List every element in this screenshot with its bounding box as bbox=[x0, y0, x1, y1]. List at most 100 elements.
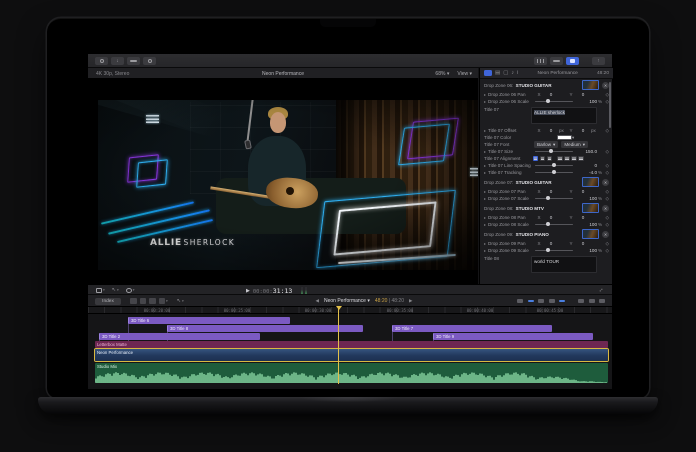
x-value[interactable]: 0 bbox=[543, 241, 559, 246]
clip-appearance-3-icon[interactable] bbox=[149, 298, 156, 304]
solo-icon[interactable] bbox=[549, 299, 555, 304]
slider-thumb[interactable] bbox=[549, 149, 553, 153]
keyword-editor-icon[interactable] bbox=[127, 57, 140, 66]
keyframe-icon[interactable]: ◇ bbox=[606, 248, 609, 254]
param-slider[interactable] bbox=[535, 172, 573, 173]
zoom-menu[interactable]: 68% ▾ bbox=[435, 71, 449, 77]
param-slider[interactable] bbox=[535, 101, 573, 102]
dropzone-thumbnail[interactable] bbox=[582, 203, 599, 213]
keyframe-icon[interactable]: ◇ bbox=[606, 189, 609, 195]
timeline-view-icon[interactable] bbox=[550, 57, 563, 66]
inspector-view-icon[interactable] bbox=[566, 57, 579, 66]
dropzone-thumbnail[interactable] bbox=[582, 177, 599, 187]
alignment-button-1[interactable] bbox=[540, 156, 546, 162]
remove-dropzone-button[interactable]: ✕ bbox=[602, 231, 609, 238]
audio-meters-mini[interactable] bbox=[301, 287, 307, 294]
param-slider[interactable] bbox=[535, 151, 573, 152]
crop-tool-button[interactable]: ▾ bbox=[96, 287, 105, 293]
font-family-select[interactable]: Barlow▾ bbox=[534, 141, 558, 148]
remove-dropzone-button[interactable]: ✕ bbox=[602, 179, 609, 186]
slider-thumb[interactable] bbox=[552, 170, 556, 174]
keyframe-icon[interactable]: ◇ bbox=[606, 215, 609, 221]
audio-clip[interactable]: Studio Mix bbox=[95, 363, 608, 383]
keyframe-icon[interactable]: ◇ bbox=[606, 196, 609, 202]
keyframe-icon[interactable]: ◇ bbox=[606, 128, 609, 134]
slider-thumb[interactable] bbox=[552, 163, 556, 167]
keyframe-icon[interactable]: ◇ bbox=[606, 163, 609, 169]
alignment-button-3[interactable] bbox=[557, 156, 563, 162]
x-value[interactable]: 0 bbox=[543, 92, 559, 97]
param-value[interactable]: 100 bbox=[577, 99, 597, 104]
back-icon[interactable]: ◀ bbox=[316, 298, 319, 304]
alignment-button-2[interactable] bbox=[547, 156, 553, 162]
clip-appearance-icon[interactable] bbox=[578, 299, 584, 304]
matte-clip[interactable]: Letterbox Matte bbox=[95, 341, 608, 348]
index-button[interactable]: Index bbox=[95, 298, 121, 306]
view-menu[interactable]: View ▾ bbox=[457, 71, 472, 77]
appearance-menu[interactable]: ▾ bbox=[159, 298, 168, 304]
inspector-scrollbar[interactable] bbox=[609, 82, 611, 128]
timeline-ruler[interactable]: 00:00:20:0000:00:25:0000:00:30:0000:00:3… bbox=[88, 307, 612, 314]
dropzone-thumbnail[interactable] bbox=[582, 229, 599, 239]
keyframe-icon[interactable]: ◇ bbox=[606, 149, 609, 155]
x-value[interactable]: 0 bbox=[543, 128, 559, 133]
timeline-tool-menu[interactable]: ↖▾ bbox=[177, 298, 184, 304]
forward-icon[interactable]: ▶ bbox=[409, 298, 412, 304]
color-swatch[interactable] bbox=[557, 135, 572, 141]
y-value[interactable]: 0 bbox=[575, 189, 591, 194]
audio-skimming-icon[interactable] bbox=[538, 299, 544, 304]
import-media-icon[interactable]: ↓ bbox=[111, 57, 124, 66]
param-value[interactable]: 0 bbox=[577, 163, 597, 168]
video-clip[interactable]: Neon Performance bbox=[95, 349, 608, 361]
title-clip[interactable]: 3D Title 7 bbox=[392, 325, 552, 332]
background-tasks-icon[interactable] bbox=[143, 57, 156, 66]
param-value[interactable]: 150.0 bbox=[577, 149, 597, 154]
param-slider[interactable] bbox=[535, 165, 573, 166]
video-inspector-icon[interactable] bbox=[484, 70, 492, 77]
y-value[interactable]: 0 bbox=[575, 241, 591, 246]
param-value[interactable]: 100 bbox=[577, 248, 597, 253]
generator-inspector-icon[interactable]: ▤ bbox=[495, 70, 500, 76]
audio-meters-icon[interactable] bbox=[559, 300, 565, 303]
timeline-project-menu[interactable]: Neon Performance ▾ bbox=[324, 298, 370, 304]
param-value[interactable]: -4.0 bbox=[577, 170, 597, 175]
y-value[interactable]: 0 bbox=[575, 92, 591, 97]
param-value[interactable]: 100 bbox=[577, 196, 597, 201]
y-value[interactable]: 0 bbox=[575, 215, 591, 220]
info-inspector-icon[interactable]: i bbox=[517, 70, 518, 76]
slider-thumb[interactable] bbox=[546, 248, 550, 252]
dropzone-thumbnail[interactable] bbox=[582, 80, 599, 90]
transition-inspector-icon[interactable]: ▢ bbox=[503, 70, 508, 76]
alignment-button-5[interactable] bbox=[571, 156, 577, 162]
title-text-field[interactable]: ALLIE sherlock bbox=[531, 107, 597, 124]
font-weight-select[interactable]: Medium▾ bbox=[561, 141, 588, 148]
remove-dropzone-button[interactable]: ✕ bbox=[602, 82, 609, 89]
clip-appearance-2-icon[interactable] bbox=[140, 298, 147, 304]
expand-icon[interactable]: ↔ bbox=[597, 286, 605, 294]
slider-thumb[interactable] bbox=[546, 99, 550, 103]
share-icon[interactable]: ↑ bbox=[592, 57, 605, 66]
audio-inspector-icon[interactable]: ♪ bbox=[511, 70, 514, 76]
snapping-icon[interactable] bbox=[517, 299, 523, 304]
title-clip[interactable]: 3D Title 8 bbox=[167, 325, 363, 332]
title-clip[interactable]: 3D Title 6 bbox=[128, 317, 290, 324]
param-slider[interactable] bbox=[535, 224, 573, 225]
clip-appearance-1-icon[interactable] bbox=[130, 298, 137, 304]
browser-view-icon[interactable] bbox=[534, 57, 547, 66]
title-clip[interactable]: 3D Title 9 bbox=[433, 333, 593, 340]
x-value[interactable]: 0 bbox=[543, 215, 559, 220]
x-value[interactable]: 0 bbox=[543, 189, 559, 194]
keyframe-icon[interactable]: ◇ bbox=[606, 222, 609, 228]
slider-thumb[interactable] bbox=[546, 196, 550, 200]
alignment-button-0[interactable] bbox=[533, 156, 539, 162]
param-slider[interactable] bbox=[535, 250, 573, 251]
remove-dropzone-button[interactable]: ✕ bbox=[602, 205, 609, 212]
alignment-button-4[interactable] bbox=[564, 156, 570, 162]
keyframe-icon[interactable]: ◇ bbox=[606, 170, 609, 176]
effects-browser-icon[interactable] bbox=[589, 299, 595, 304]
y-value[interactable]: 0 bbox=[575, 128, 591, 133]
fullscreen-icon[interactable] bbox=[599, 299, 605, 304]
select-tool-button[interactable]: ↖▾ bbox=[112, 287, 119, 293]
title-text-field[interactable]: world TOUR bbox=[531, 256, 597, 273]
pan-tool-button[interactable]: ▾ bbox=[126, 287, 135, 293]
